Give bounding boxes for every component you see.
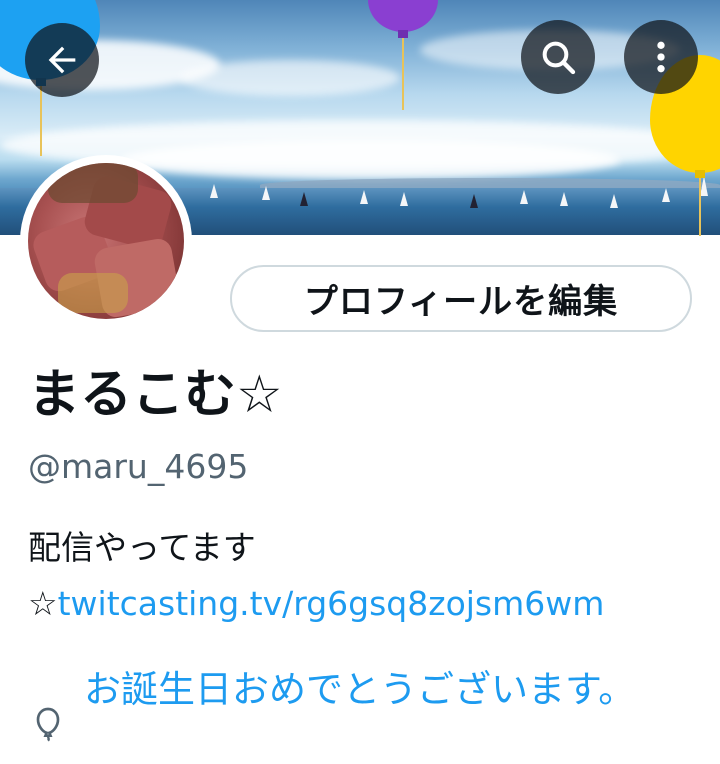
more-button[interactable]	[624, 20, 698, 94]
edit-profile-button[interactable]: プロフィールを編集	[230, 265, 692, 332]
avatar-image	[28, 163, 184, 319]
more-vertical-icon	[657, 41, 665, 73]
birthday-row[interactable]: お誕生日おめでとうございます。	[28, 664, 698, 744]
profile-bio: 配信やってます ☆twitcasting.tv/rg6gsq8zojsm6wm	[28, 520, 698, 632]
avatar[interactable]	[20, 155, 192, 327]
back-arrow-icon	[48, 46, 76, 74]
search-icon	[542, 41, 576, 75]
bio-link[interactable]: twitcasting.tv/rg6gsq8zojsm6wm	[58, 584, 605, 623]
display-name: まるこむ☆	[28, 365, 283, 425]
search-button[interactable]	[521, 20, 595, 94]
balloon-icon	[36, 707, 60, 742]
back-button[interactable]	[25, 23, 99, 97]
birthday-text[interactable]: お誕生日おめでとうございます。	[84, 664, 635, 716]
user-handle: @maru_4695	[28, 447, 249, 486]
